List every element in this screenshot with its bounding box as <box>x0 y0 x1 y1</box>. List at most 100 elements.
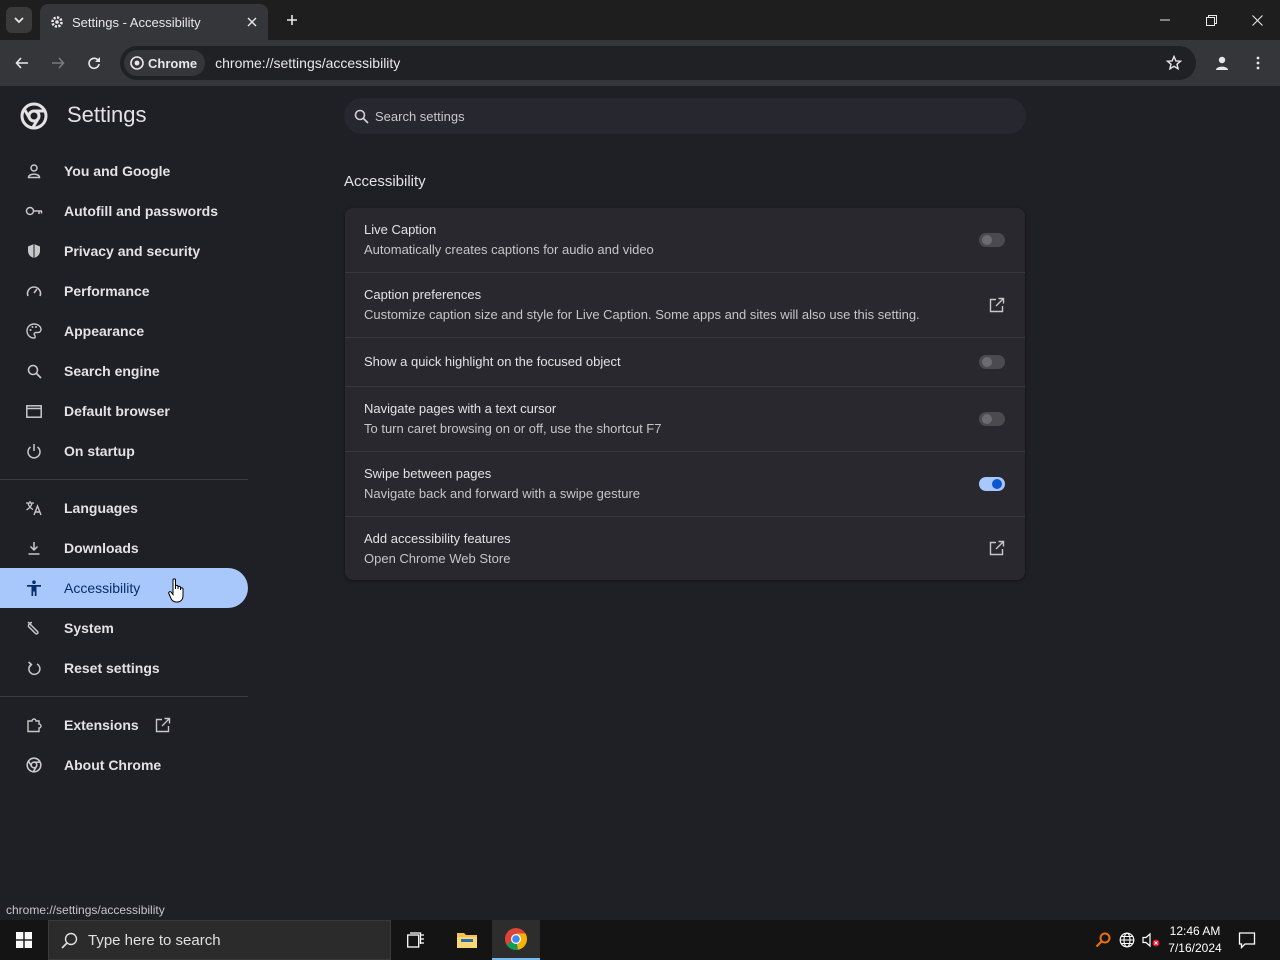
more-vert-icon <box>1256 56 1260 70</box>
add-accessibility-features-row[interactable]: Add accessibility features Open Chrome W… <box>345 517 1025 580</box>
sidebar-item-label: On startup <box>64 443 135 459</box>
sidebar-item-label: Appearance <box>64 323 145 339</box>
sidebar-item-label: Extensions <box>64 717 139 733</box>
shield-icon <box>24 241 44 261</box>
address-bar[interactable]: Chrome chrome://settings/accessibility <box>120 46 1196 80</box>
close-icon <box>1251 14 1263 26</box>
clock[interactable]: 12:46 AM 7/16/2024 <box>1162 923 1228 957</box>
close-icon <box>247 17 257 27</box>
taskbar-search-input[interactable]: Type here to search <box>48 920 391 960</box>
row-subtitle: Customize caption size and style for Liv… <box>364 307 920 322</box>
sidebar-item-reset-settings[interactable]: Reset settings <box>0 648 248 688</box>
sidebar-item-system[interactable]: System <box>0 608 248 648</box>
sidebar-item-appearance[interactable]: Appearance <box>0 311 248 351</box>
live-caption-row[interactable]: Live Caption Automatically creates capti… <box>345 208 1025 272</box>
caret-browsing-row[interactable]: Navigate pages with a text cursor To tur… <box>345 387 1025 451</box>
sidebar-item-label: System <box>64 620 114 636</box>
tab-strip: Settings - Accessibility <box>0 0 1280 40</box>
site-info-chip[interactable]: Chrome <box>124 50 206 76</box>
new-tab-button[interactable] <box>280 8 304 32</box>
chrome-icon <box>130 56 144 70</box>
tab-title: Settings - Accessibility <box>72 14 201 30</box>
swipe-pages-toggle[interactable] <box>979 477 1005 491</box>
file-explorer-button[interactable] <box>443 920 491 960</box>
minimize-icon <box>1160 19 1170 21</box>
volume-button[interactable] <box>1140 920 1162 960</box>
tab-close-button[interactable] <box>242 12 262 32</box>
reset-icon <box>24 658 44 678</box>
time-text: 12:46 AM <box>1169 924 1221 938</box>
chevron-down-icon <box>14 17 24 24</box>
minimize-button[interactable] <box>1142 0 1188 40</box>
sidebar-item-performance[interactable]: Performance <box>0 271 248 311</box>
chrome-taskbar-button[interactable] <box>492 920 540 960</box>
search-icon <box>354 109 369 124</box>
chip-label: Chrome <box>148 55 198 71</box>
browser-window-icon <box>24 401 44 421</box>
task-view-button[interactable] <box>392 920 440 960</box>
active-tab[interactable]: Settings - Accessibility <box>40 4 268 40</box>
start-button[interactable] <box>0 920 48 960</box>
swipe-pages-row[interactable]: Swipe between pages Navigate back and fo… <box>345 452 1025 516</box>
sidebar-item-languages[interactable]: Languages <box>0 488 248 528</box>
reload-icon <box>88 57 100 70</box>
search-tray-button[interactable] <box>1092 920 1114 960</box>
row-subtitle: Navigate back and forward with a swipe g… <box>364 486 641 501</box>
sidebar-item-extensions[interactable]: Extensions <box>0 705 248 745</box>
sidebar-item-label: Search engine <box>64 363 160 379</box>
arrow-left-icon <box>15 57 28 69</box>
caption-preferences-row[interactable]: Caption preferences Customize caption si… <box>345 273 1025 337</box>
sidebar-item-default-browser[interactable]: Default browser <box>0 391 248 431</box>
person-icon <box>24 161 44 181</box>
row-title: Live Caption <box>364 222 437 237</box>
row-subtitle: Open Chrome Web Store <box>364 550 511 566</box>
open-in-new-icon[interactable] <box>987 538 1007 558</box>
sidebar-item-autofill[interactable]: Autofill and passwords <box>0 191 248 231</box>
accessibility-card: Live Caption Automatically creates capti… <box>345 208 1025 580</box>
tab-search-button[interactable] <box>6 7 32 33</box>
sidebar-item-on-startup[interactable]: On startup <box>0 431 248 471</box>
profile-button[interactable] <box>1208 49 1236 77</box>
star-icon <box>1166 55 1182 71</box>
download-icon <box>24 538 44 558</box>
sidebar-item-label: Performance <box>64 283 150 299</box>
sidebar-item-label: Accessibility <box>64 580 141 596</box>
sidebar-item-accessibility[interactable]: Accessibility <box>0 568 248 608</box>
focus-highlight-toggle[interactable] <box>979 355 1005 369</box>
menu-button[interactable] <box>1246 49 1270 77</box>
chrome-icon <box>24 755 44 775</box>
arrow-right-icon <box>52 57 65 69</box>
notification-icon <box>1238 932 1256 949</box>
close-window-button[interactable] <box>1234 0 1280 40</box>
sidebar-item-label: Default browser <box>64 403 170 419</box>
sidebar-item-label: Languages <box>64 500 138 516</box>
network-button[interactable] <box>1116 920 1138 960</box>
open-in-new-icon <box>155 717 171 733</box>
live-caption-toggle[interactable] <box>979 233 1005 247</box>
sidebar-item-downloads[interactable]: Downloads <box>0 528 248 568</box>
sidebar-item-about-chrome[interactable]: About Chrome <box>0 745 248 785</box>
row-subtitle: Automatically creates captions for audio… <box>364 242 654 257</box>
back-button[interactable] <box>8 49 36 77</box>
open-in-new-icon[interactable] <box>987 295 1007 315</box>
section-title: Accessibility <box>344 173 426 190</box>
restore-button[interactable] <box>1188 0 1234 40</box>
reload-button[interactable] <box>80 49 108 77</box>
bookmark-button[interactable] <box>1162 51 1186 75</box>
sidebar-item-search-engine[interactable]: Search engine <box>0 351 248 391</box>
windows-logo-icon <box>16 932 32 948</box>
search-placeholder: Search settings <box>375 108 465 124</box>
search-settings-input[interactable]: Search settings <box>344 98 1026 134</box>
forward-button[interactable] <box>44 49 72 77</box>
sidebar-item-label: About Chrome <box>64 757 162 773</box>
search-icon <box>24 361 44 381</box>
caret-browsing-toggle[interactable] <box>979 412 1005 426</box>
sidebar-item-privacy[interactable]: Privacy and security <box>0 231 248 271</box>
puzzle-icon <box>24 715 44 735</box>
translate-icon <box>24 498 44 518</box>
focus-highlight-row[interactable]: Show a quick highlight on the focused ob… <box>345 338 1025 386</box>
sidebar-item-label: You and Google <box>64 163 171 179</box>
sidebar-item-you-and-google[interactable]: You and Google <box>0 151 248 191</box>
notifications-button[interactable] <box>1232 920 1262 960</box>
restore-icon <box>1205 14 1217 26</box>
